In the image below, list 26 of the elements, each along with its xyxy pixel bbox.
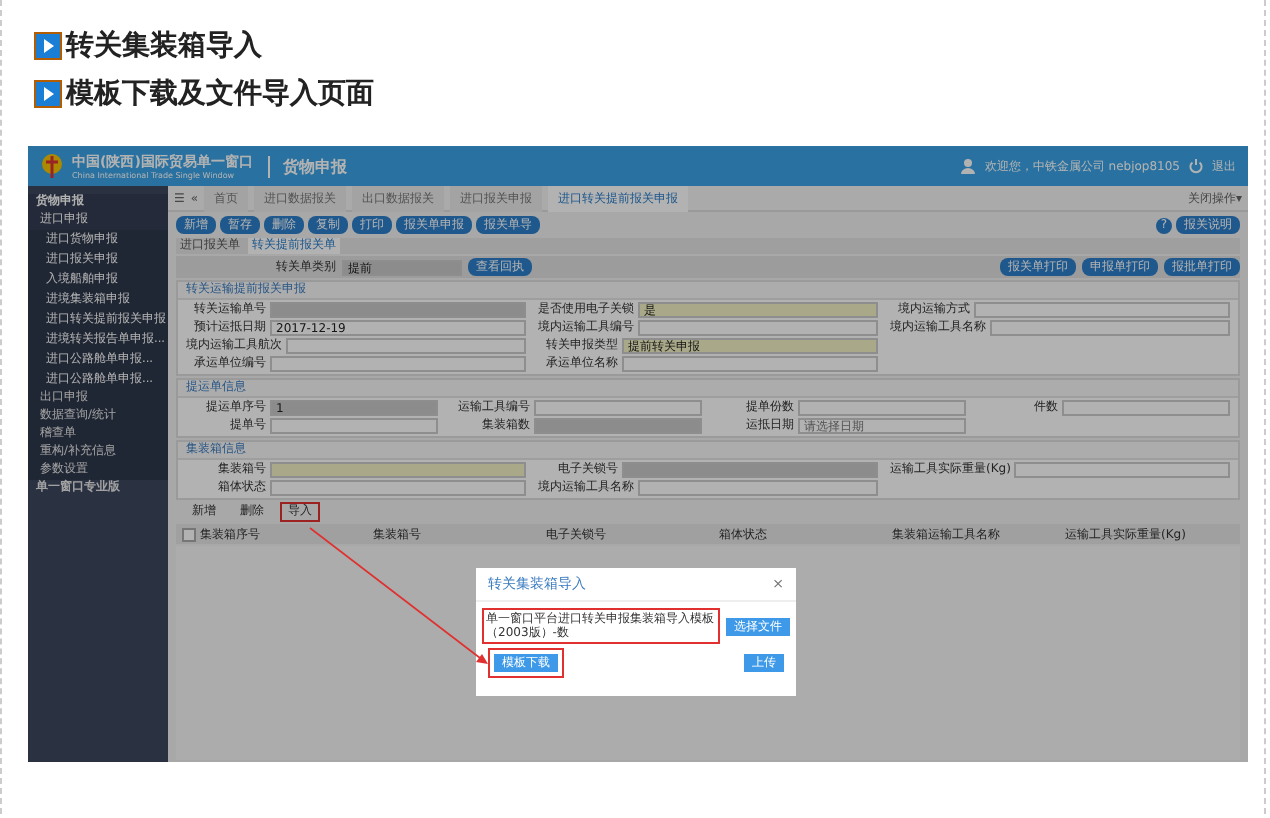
input-field[interactable] xyxy=(974,302,1230,318)
input-field[interactable] xyxy=(1014,462,1230,478)
input-field[interactable] xyxy=(270,418,438,434)
module-title: 货物申报 xyxy=(268,155,347,177)
input-field[interactable] xyxy=(270,480,526,496)
emblem-icon xyxy=(40,152,64,180)
section-heading: 模板下载及文件导入页面 xyxy=(66,76,374,112)
input-field[interactable] xyxy=(1062,400,1230,416)
input-field[interactable] xyxy=(990,320,1230,336)
input-field[interactable] xyxy=(798,400,966,416)
input-field[interactable] xyxy=(270,462,526,478)
input-field[interactable] xyxy=(622,462,878,478)
user-icon xyxy=(960,158,977,174)
input-field[interactable] xyxy=(270,356,526,372)
checkbox[interactable] xyxy=(182,527,196,541)
input-field[interactable] xyxy=(534,418,702,434)
input-field[interactable] xyxy=(270,302,526,318)
input-field[interactable] xyxy=(622,356,878,372)
section-heading: 转关集装箱导入 xyxy=(66,28,262,64)
power-icon[interactable] xyxy=(1188,158,1204,174)
input-field[interactable] xyxy=(638,480,878,496)
play-icon xyxy=(34,32,62,60)
input-field[interactable] xyxy=(286,338,526,354)
play-icon xyxy=(34,80,62,108)
input-field[interactable] xyxy=(638,320,878,336)
input-field[interactable] xyxy=(534,400,702,416)
